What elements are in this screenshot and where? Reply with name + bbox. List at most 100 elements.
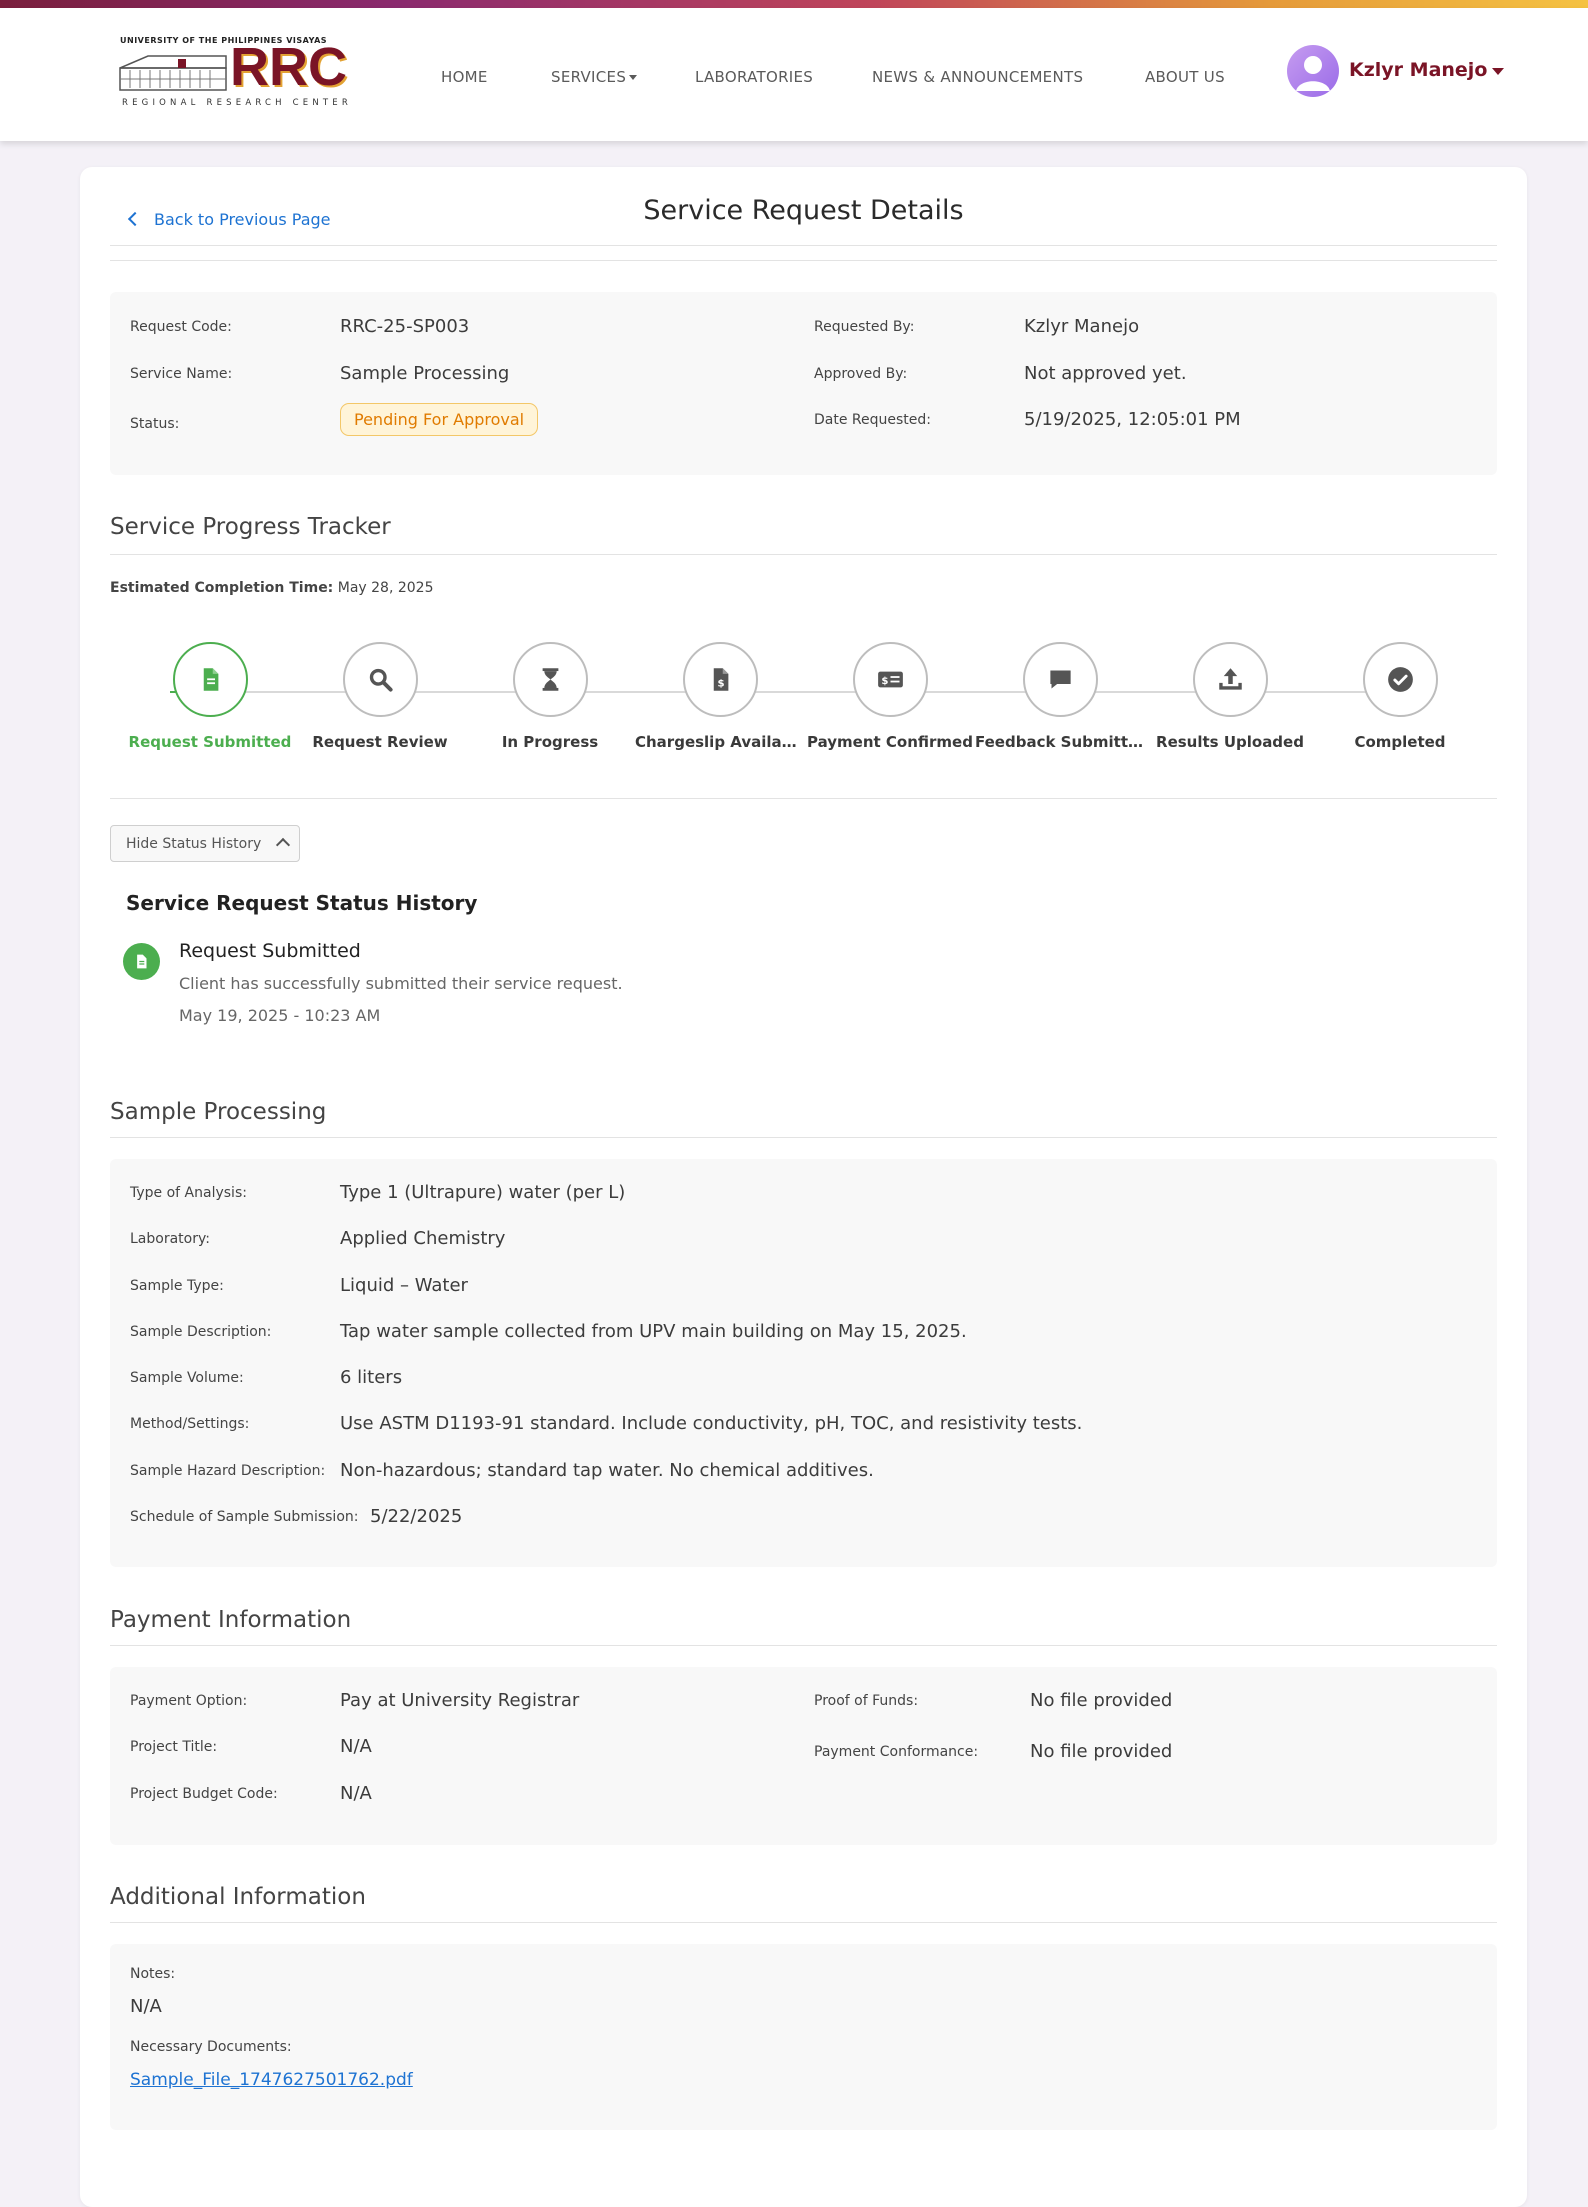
sample-volume-label: Sample Volume: xyxy=(130,1370,244,1386)
step-payment-confirmed: $ Payment Confirmed xyxy=(805,642,975,751)
hazard-description-label: Sample Hazard Description: xyxy=(130,1463,326,1479)
project-title-label: Project Title: xyxy=(130,1739,218,1755)
comment-icon xyxy=(1049,670,1071,689)
caret-down-icon xyxy=(629,75,638,80)
user-icon xyxy=(1296,56,1330,91)
method-settings-value: Use ASTM D1193-91 standard. Include cond… xyxy=(340,1413,1083,1434)
step-circle xyxy=(1192,642,1268,717)
top-gradient-stripe xyxy=(0,0,1588,8)
tracker-title: Service Progress Tracker xyxy=(110,514,391,540)
step-circle xyxy=(1022,642,1098,717)
service-name-value: Sample Processing xyxy=(340,363,510,384)
payment-option-value: Pay at University Registrar xyxy=(340,1690,580,1711)
navbar: UNIVERSITY OF THE PHILIPPINES VISAYAS RR… xyxy=(0,8,1588,141)
divider xyxy=(110,245,1497,246)
page-title: Service Request Details xyxy=(643,195,964,226)
method-settings-label: Method/Settings: xyxy=(130,1416,250,1432)
step-results-uploaded: Results Uploaded xyxy=(1145,642,1315,751)
laboratory-label: Laboratory: xyxy=(130,1231,210,1247)
document-icon xyxy=(137,954,147,969)
history-event-date: May 19, 2025 - 10:23 AM xyxy=(179,1006,381,1025)
step-feedback-submitted: Feedback Submitt... xyxy=(975,642,1145,751)
status-badge: Pending For Approval xyxy=(340,403,539,436)
sample-section-title: Sample Processing xyxy=(110,1099,327,1125)
step-label: Feedback Submitt... xyxy=(975,733,1145,751)
requested-by-value: Kzlyr Manejo xyxy=(1024,316,1140,337)
step-chargeslip-available: $ Chargeslip Available xyxy=(635,642,805,751)
money-icon: $ xyxy=(877,671,903,688)
document-icon xyxy=(203,668,218,691)
nav-home[interactable]: HOME xyxy=(441,68,488,86)
date-requested-label: Date Requested: xyxy=(814,412,931,428)
budget-code-label: Project Budget Code: xyxy=(130,1786,278,1802)
divider xyxy=(110,260,1497,261)
laboratory-value: Applied Chemistry xyxy=(340,1228,506,1249)
step-label: Chargeslip Available xyxy=(635,733,805,751)
payment-conformance-value: No file provided xyxy=(1030,1741,1173,1762)
documents-label: Necessary Documents: xyxy=(130,2039,292,2055)
nav-laboratories[interactable]: LABORATORIES xyxy=(695,68,813,86)
search-icon xyxy=(369,668,393,692)
invoice-icon: $ xyxy=(713,668,728,691)
building-icon xyxy=(119,55,227,91)
divider xyxy=(110,1645,1497,1646)
payment-panel: Payment Option: Pay at University Regist… xyxy=(110,1667,1497,1845)
payment-conformance-label: Payment Conformance: xyxy=(814,1744,979,1760)
request-code-value: RRC-25-SP003 xyxy=(340,316,470,337)
sample-description-value: Tap water sample collected from UPV main… xyxy=(340,1321,967,1342)
estimated-completion: Estimated Completion Time: May 28, 2025 xyxy=(110,580,434,596)
divider xyxy=(110,554,1497,555)
proof-of-funds-value: No file provided xyxy=(1030,1690,1173,1711)
step-label: Results Uploaded xyxy=(1156,733,1304,751)
sample-type-value: Liquid – Water xyxy=(340,1275,468,1296)
logo-center-text: REGIONAL RESEARCH CENTER xyxy=(122,98,352,108)
divider xyxy=(110,1137,1497,1138)
submission-schedule-label: Schedule of Sample Submission: xyxy=(130,1509,359,1525)
logo-acronym: RRC xyxy=(230,37,347,97)
date-requested-value: 5/19/2025, 12:05:01 PM xyxy=(1024,409,1241,430)
est-label: Estimated Completion Time: xyxy=(110,580,334,596)
step-circle: $ xyxy=(682,642,758,717)
progress-tracker: Request Submitted Request Review In Prog… xyxy=(110,642,1497,762)
submission-schedule-value: 5/22/2025 xyxy=(370,1506,463,1527)
rrc-logo[interactable]: UNIVERSITY OF THE PHILIPPINES VISAYAS RR… xyxy=(118,36,348,112)
service-name-label: Service Name: xyxy=(130,366,233,382)
step-circle xyxy=(1362,642,1438,717)
step-completed: Completed xyxy=(1315,642,1485,751)
est-value: May 28, 2025 xyxy=(337,580,434,596)
requested-by-label: Requested By: xyxy=(814,319,915,335)
chevron-up-icon xyxy=(275,837,291,853)
sample-description-label: Sample Description: xyxy=(130,1324,272,1340)
check-circle-icon xyxy=(1387,667,1413,692)
nav-news[interactable]: NEWS & ANNOUNCEMENTS xyxy=(872,68,1083,86)
status-history-title: Service Request Status History xyxy=(126,891,478,915)
additional-section-title: Additional Information xyxy=(110,1884,366,1910)
payment-option-label: Payment Option: xyxy=(130,1693,248,1709)
step-label: Request Review xyxy=(312,733,448,751)
hide-status-history-button[interactable]: Hide Status History xyxy=(110,825,300,862)
user-name: Kzlyr Manejo xyxy=(1349,59,1488,81)
divider xyxy=(110,798,1497,799)
step-label: In Progress xyxy=(501,733,599,751)
notes-label: Notes: xyxy=(130,1966,176,1982)
upload-icon xyxy=(1218,668,1242,690)
avatar xyxy=(1287,45,1339,97)
document-file-link[interactable]: Sample_File_1747627501762.pdf xyxy=(130,2070,413,2090)
toggle-label: Hide Status History xyxy=(126,836,262,852)
nav-services-label: SERVICES xyxy=(551,68,627,86)
status-label: Status: xyxy=(130,416,180,432)
request-code-label: Request Code: xyxy=(130,319,232,335)
nav-services[interactable]: SERVICES xyxy=(551,68,638,86)
budget-code-value: N/A xyxy=(340,1783,372,1804)
hourglass-icon xyxy=(542,668,558,691)
sample-type-label: Sample Type: xyxy=(130,1278,224,1294)
step-circle xyxy=(342,642,418,717)
step-circle: $ xyxy=(852,642,928,717)
nav-about[interactable]: ABOUT US xyxy=(1145,68,1225,86)
notes-value: N/A xyxy=(130,1996,162,2017)
step-request-submitted: Request Submitted xyxy=(125,642,295,751)
analysis-type-value: Type 1 (Ultrapure) water (per L) xyxy=(340,1182,626,1203)
step-in-progress: In Progress xyxy=(465,642,635,751)
step-label: Completed xyxy=(1354,733,1446,751)
divider xyxy=(110,1922,1497,1923)
